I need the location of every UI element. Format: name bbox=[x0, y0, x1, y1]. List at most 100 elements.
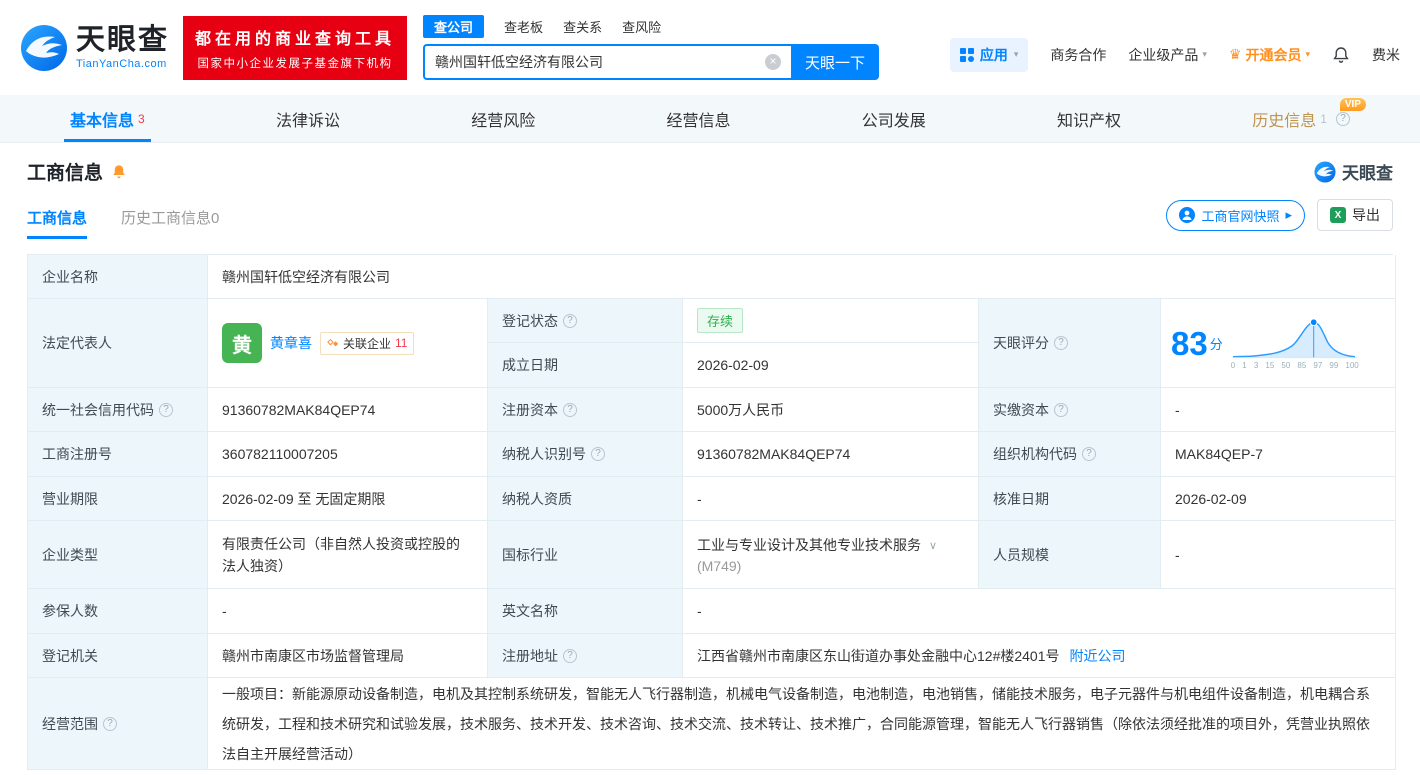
company-type-label: 企业类型 bbox=[28, 521, 208, 589]
taxpayer-qualification-value: - bbox=[683, 477, 979, 521]
search-area: 查公司 查老板 查关系 查风险 × 天眼一下 bbox=[423, 15, 880, 80]
subtab-row: 工商信息 历史工商信息0 工商官网快照 ▸ X 导出 bbox=[27, 199, 1393, 239]
help-icon[interactable]: ? bbox=[563, 313, 577, 328]
business-term-value: 2026-02-09 至 无固定期限 bbox=[208, 477, 488, 521]
help-icon[interactable]: ? bbox=[1082, 447, 1096, 461]
score-unit: 分 bbox=[1209, 336, 1223, 352]
reg-status-label: 登记状态 ? bbox=[488, 299, 683, 343]
legal-rep-label: 法定代表人 bbox=[28, 299, 208, 388]
legal-rep-card: 黄 黄章喜 关联企业 11 bbox=[208, 299, 488, 388]
watermark-text: 天眼查 bbox=[1342, 164, 1393, 183]
slogan-line2: 国家中小企业发展子基金旗下机构 bbox=[197, 57, 393, 70]
business-scope-label: 经营范围 ? bbox=[28, 678, 208, 770]
search-box: × 天眼一下 bbox=[423, 44, 880, 80]
section-title: 工商信息 bbox=[27, 163, 104, 184]
insured-count-label: 参保人数 bbox=[28, 589, 208, 634]
est-date-value: 2026-02-09 bbox=[683, 343, 979, 388]
industry-label: 国标行业 bbox=[488, 521, 683, 589]
chevron-down-icon: ▾ bbox=[1305, 49, 1310, 59]
credit-code-value: 91360782MAK84QEP74 bbox=[208, 388, 488, 432]
company-name-label: 企业名称 bbox=[28, 255, 208, 299]
export-button[interactable]: X 导出 bbox=[1317, 199, 1393, 231]
score-value: 83 bbox=[1171, 324, 1208, 362]
reg-capital-label: 注册资本 ? bbox=[488, 388, 683, 432]
help-icon[interactable]: ? bbox=[563, 402, 577, 417]
reg-address-label: 注册地址 ? bbox=[488, 634, 683, 678]
search-tab-boss[interactable]: 查老板 bbox=[504, 17, 543, 36]
staff-size-value: - bbox=[1161, 521, 1396, 589]
industry-value: 工业与专业设计及其他专业技术服务 ∨ (M749) bbox=[683, 521, 979, 589]
help-icon[interactable]: ? bbox=[159, 402, 173, 417]
slogan-banner: 都在用的商业查询工具 国家中小企业发展子基金旗下机构 bbox=[183, 15, 408, 80]
org-code-value: MAK84QEP-7 bbox=[1161, 432, 1396, 477]
nav-item-enterprise[interactable]: 企业级产品 ▾ bbox=[1128, 45, 1207, 65]
nav-item-user[interactable]: 费米 bbox=[1372, 45, 1400, 65]
search-tabs: 查公司 查老板 查关系 查风险 bbox=[423, 15, 879, 38]
subscribe-bell-icon[interactable] bbox=[111, 164, 127, 180]
help-icon[interactable]: ? bbox=[1335, 111, 1350, 126]
search-button[interactable]: 天眼一下 bbox=[791, 44, 880, 80]
page-header: 天眼查 TianYanCha.com 都在用的商业查询工具 国家中小企业发展子基… bbox=[0, 0, 1420, 95]
nav-item-member[interactable]: ♛ 开通会员 ▾ bbox=[1229, 45, 1310, 65]
approval-date-value: 2026-02-09 bbox=[1161, 477, 1396, 521]
tab-legal-label: 法律诉讼 bbox=[275, 112, 340, 130]
watermark-logo-icon bbox=[1314, 160, 1336, 183]
industry-name: 工业与专业设计及其他专业技术服务 bbox=[697, 537, 921, 553]
header-nav: 应用 ▾ 商务合作 企业级产品 ▾ ♛ 开通会员 ▾ 费米 bbox=[949, 24, 1400, 72]
help-icon[interactable]: ? bbox=[103, 716, 117, 731]
help-icon[interactable]: ? bbox=[1054, 402, 1068, 417]
score-value-cell: 83 分 0 1 3 15 50 85 97 99 100 bbox=[1161, 299, 1396, 388]
reg-number-label: 工商注册号 bbox=[28, 432, 208, 477]
tianyancha-logo[interactable]: 天眼查 TianYanCha.com bbox=[20, 24, 169, 72]
arrow-right-icon: ▸ bbox=[1285, 207, 1292, 222]
subtab-actions: 工商官网快照 ▸ X 导出 bbox=[1166, 199, 1393, 239]
official-snapshot-button[interactable]: 工商官网快照 ▸ bbox=[1166, 199, 1305, 231]
related-companies-badge[interactable]: 关联企业 11 bbox=[320, 331, 415, 355]
nearby-companies-link[interactable]: 附近公司 bbox=[1070, 646, 1126, 666]
chevron-down-icon[interactable]: ∨ bbox=[929, 539, 937, 552]
tab-operating-risk[interactable]: 经营风险 bbox=[459, 95, 547, 142]
tab-company-development-label: 公司发展 bbox=[861, 112, 926, 130]
tab-legal[interactable]: 法律诉讼 bbox=[264, 95, 352, 142]
link-icon bbox=[327, 338, 339, 347]
org-code-label: 组织机构代码 ? bbox=[979, 432, 1161, 477]
status-badge: 存续 bbox=[697, 308, 744, 333]
tab-operating-info[interactable]: 经营信息 bbox=[654, 95, 742, 142]
tab-company-development[interactable]: 公司发展 bbox=[850, 95, 938, 142]
apps-button[interactable]: 应用 ▾ bbox=[949, 37, 1029, 72]
apps-label: 应用 bbox=[979, 46, 1008, 63]
brand-domain: TianYanCha.com bbox=[76, 57, 167, 70]
taxpayer-id-value: 91360782MAK84QEP74 bbox=[683, 432, 979, 477]
score-distribution-chart: 0 1 3 15 50 85 97 99 100 bbox=[1231, 316, 1359, 370]
help-icon[interactable]: ? bbox=[591, 447, 605, 461]
vip-badge: VIP bbox=[1339, 98, 1366, 111]
subtab-history-business-info[interactable]: 历史工商信息0 bbox=[121, 207, 219, 239]
score-label: 天眼评分 ? bbox=[979, 299, 1161, 388]
tab-intellectual-property[interactable]: 知识产权 bbox=[1045, 95, 1133, 142]
legal-rep-name-link[interactable]: 黄章喜 bbox=[270, 333, 312, 353]
search-tab-relation[interactable]: 查关系 bbox=[563, 17, 602, 36]
taxpayer-qualification-label: 纳税人资质 bbox=[488, 477, 683, 521]
subtab-business-info[interactable]: 工商信息 bbox=[27, 207, 88, 239]
nav-item-cooperation[interactable]: 商务合作 bbox=[1050, 45, 1106, 65]
search-tab-company[interactable]: 查公司 bbox=[423, 15, 485, 38]
chevron-down-icon: ▾ bbox=[1202, 49, 1207, 59]
english-name-value: - bbox=[683, 589, 1396, 634]
chevron-down-icon: ▾ bbox=[1013, 49, 1019, 59]
help-icon[interactable]: ? bbox=[563, 648, 577, 663]
tab-operating-info-label: 经营信息 bbox=[666, 112, 731, 130]
insured-count-value: - bbox=[208, 589, 488, 634]
excel-icon: X bbox=[1330, 207, 1346, 223]
notification-bell-icon[interactable] bbox=[1332, 46, 1350, 64]
tab-history-info[interactable]: VIP 历史信息 1 ? bbox=[1240, 95, 1366, 142]
related-companies-label: 关联企业 bbox=[343, 336, 392, 351]
help-icon[interactable]: ? bbox=[1054, 336, 1068, 350]
paid-capital-value: - bbox=[1161, 388, 1396, 432]
tab-basic-info[interactable]: 基本信息 3 bbox=[58, 95, 157, 142]
score-axis-ticks: 0 1 3 15 50 85 97 99 100 bbox=[1230, 361, 1359, 370]
paid-capital-label: 实缴资本 ? bbox=[979, 388, 1161, 432]
search-tab-risk[interactable]: 查风险 bbox=[622, 17, 661, 36]
legal-rep-avatar[interactable]: 黄 bbox=[222, 323, 262, 363]
search-input[interactable] bbox=[435, 54, 766, 70]
clear-search-icon[interactable]: × bbox=[765, 54, 782, 70]
